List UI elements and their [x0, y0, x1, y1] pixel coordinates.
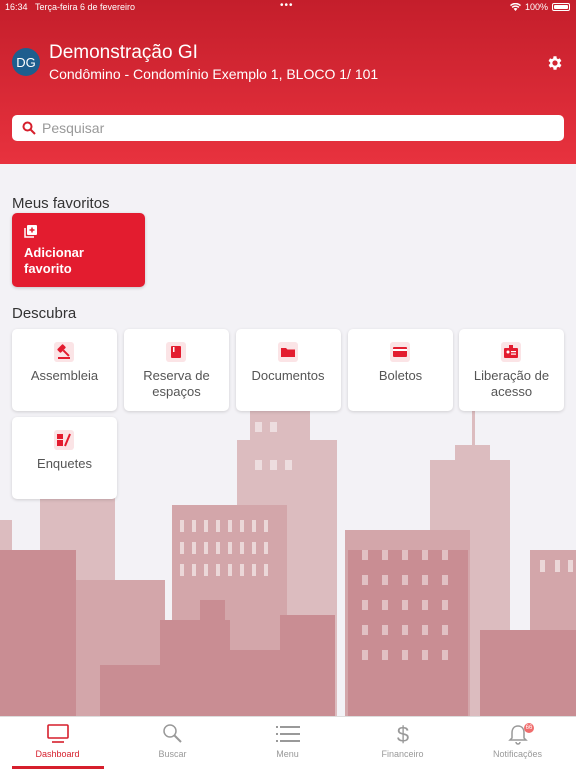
gavel-icon — [54, 342, 74, 362]
tab-label: Menu — [276, 749, 299, 759]
tile-label: Liberação de acesso — [473, 368, 550, 399]
badge-icon — [501, 342, 521, 362]
svg-text:$: $ — [397, 723, 409, 745]
monitor-icon — [47, 724, 69, 743]
status-bar: 16:34 Terça-feira 6 de fevereiro ••• 100… — [0, 0, 576, 14]
tab-notificacoes[interactable]: 66 Notificações — [460, 717, 575, 769]
tile-label: Documentos — [251, 368, 325, 383]
gear-icon[interactable] — [546, 54, 564, 72]
avatar[interactable]: DG — [12, 48, 40, 76]
status-date: Terça-feira 6 de fevereiro — [35, 2, 136, 12]
tab-label: Notificações — [492, 749, 543, 759]
dollar-icon: $ — [397, 723, 409, 745]
tab-financeiro[interactable]: $ Financeiro — [345, 717, 460, 769]
folder-icon — [278, 342, 298, 362]
tile-label: Enquetes — [37, 456, 92, 471]
tile-label: Reserva de espaços — [143, 368, 210, 399]
battery-percent: 100% — [524, 2, 548, 12]
add-favorite-icon — [24, 225, 37, 238]
list-icon — [276, 726, 300, 742]
tab-menu[interactable]: Menu — [230, 717, 345, 769]
tile-label: Boletos — [378, 368, 423, 383]
notification-badge: 66 — [524, 723, 534, 733]
user-name: Demonstração GI — [49, 42, 198, 63]
multitask-dots: ••• — [280, 0, 294, 11]
status-right: 100% — [509, 2, 570, 12]
add-favorite-button[interactable]: Adicionar favorito — [12, 213, 145, 287]
tab-label: Financeiro — [381, 749, 424, 759]
tab-label: Buscar — [158, 749, 187, 759]
poll-icon — [54, 430, 74, 450]
search-icon — [163, 724, 182, 743]
search-input[interactable] — [42, 115, 552, 141]
tab-bar: Dashboard Buscar Menu $ Financeiro 66 No… — [0, 716, 576, 769]
search-icon — [22, 121, 36, 135]
tab-dashboard[interactable]: Dashboard — [0, 717, 115, 769]
tile-reserva-espacos[interactable]: Reserva de espaços — [124, 329, 229, 411]
discover-title: Descubra — [12, 305, 77, 322]
tile-assembleia[interactable]: Assembleia — [12, 329, 117, 411]
search-bar[interactable] — [12, 115, 564, 141]
favorites-title: Meus favoritos — [12, 195, 110, 212]
tab-label: Dashboard — [35, 749, 80, 759]
tile-enquetes[interactable]: Enquetes — [12, 417, 117, 499]
wifi-icon — [509, 3, 521, 11]
battery-icon — [552, 3, 570, 11]
tile-label: Assembleia — [30, 368, 99, 383]
card-icon — [390, 342, 410, 362]
tile-documentos[interactable]: Documentos — [236, 329, 341, 411]
tile-boletos[interactable]: Boletos — [348, 329, 453, 411]
tile-liberacao-acesso[interactable]: Liberação de acesso — [459, 329, 564, 411]
user-subtitle: Condômino - Condomínio Exemplo 1, BLOCO … — [49, 66, 379, 82]
add-favorite-label: Adicionar favorito — [24, 245, 84, 276]
status-time: 16:34 — [5, 2, 28, 12]
book-icon — [166, 342, 186, 362]
tab-buscar[interactable]: Buscar — [115, 717, 230, 769]
